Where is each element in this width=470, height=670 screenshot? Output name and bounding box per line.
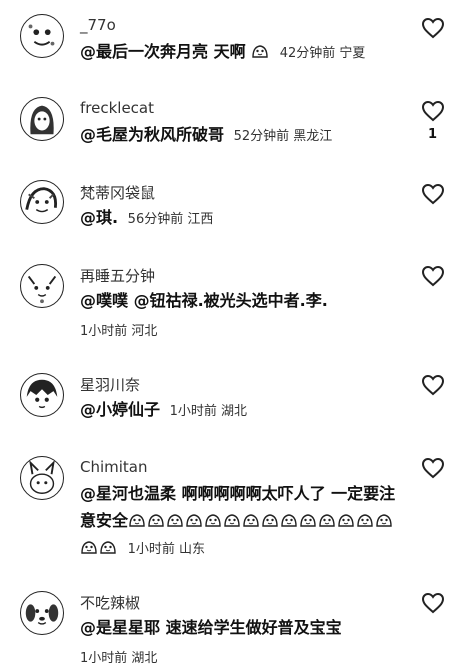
hugging-emoji-icon: [356, 512, 374, 528]
hugging-emoji-icon: [204, 512, 222, 528]
hugging-emoji-icon: [251, 43, 269, 59]
avatar[interactable]: [20, 180, 64, 224]
hugging-emoji-icon: [147, 512, 165, 528]
comment-text: @琪. 56分钟前 江西: [80, 204, 410, 233]
comment-username[interactable]: frecklecat: [80, 99, 154, 117]
comment-text: @小婷仙子 1小时前 湖北: [80, 396, 410, 425]
heart-outline-icon[interactable]: [421, 183, 445, 205]
like-count: 1: [428, 127, 438, 142]
hugging-emoji-icon: [318, 512, 336, 528]
comment-meta: 56分钟前 江西: [127, 212, 214, 227]
hugging-emoji-icon: [166, 512, 184, 528]
heart-outline-icon[interactable]: [421, 457, 445, 479]
avatar[interactable]: [20, 591, 64, 635]
hugging-emoji-icon: [261, 512, 279, 528]
hugging-emoji-icon: [280, 512, 298, 528]
comment-body: @噗噗 @钮祜禄.被光头选中者.李.: [80, 291, 328, 310]
comment-body: @是星星耶 速速给学生做好普及宝宝: [80, 618, 342, 637]
comment-meta: 1小时前 湖北: [80, 651, 158, 666]
comment-username[interactable]: 再睡五分钟: [80, 265, 155, 286]
avatar[interactable]: [20, 97, 64, 141]
comment-meta: 52分钟前 黑龙江: [233, 129, 333, 144]
hugging-emoji-icon: [99, 539, 117, 555]
comment-meta: 1小时前 山东: [127, 542, 205, 557]
heart-outline-icon[interactable]: [421, 17, 445, 39]
hugging-emoji-icon: [128, 512, 146, 528]
comment-meta: 1小时前 湖北: [169, 404, 247, 419]
hugging-emoji-icon: [299, 512, 317, 528]
avatar[interactable]: [20, 373, 64, 417]
avatar[interactable]: [20, 264, 64, 308]
comment-body: @毛屋为秋风所破哥: [80, 125, 225, 144]
avatar[interactable]: [20, 14, 64, 58]
hugging-emoji-icon: [375, 512, 393, 528]
heart-outline-icon[interactable]: [421, 100, 445, 122]
hugging-emoji-icon: [242, 512, 260, 528]
comment-username[interactable]: _77o: [80, 16, 116, 34]
comment-username[interactable]: 星羽川奈: [80, 374, 140, 395]
comment-text: @是星星耶 速速给学生做好普及宝宝: [80, 614, 410, 641]
comment-text: @毛屋为秋风所破哥 52分钟前 黑龙江: [80, 121, 410, 150]
comment-body: @最后一次奔月亮 天啊: [80, 42, 246, 61]
hugging-emoji-icon: [80, 539, 98, 555]
comment-username[interactable]: 梵蒂冈袋鼠: [80, 182, 155, 203]
comment-username[interactable]: 不吃辣椒: [80, 592, 140, 613]
comment-meta: 1小时前 河北: [80, 324, 158, 339]
comment-meta-line: 1小时前 河北: [80, 320, 157, 339]
heart-outline-icon[interactable]: [421, 265, 445, 287]
comment-meta-line: 1小时前 湖北: [80, 647, 157, 666]
heart-outline-icon[interactable]: [421, 592, 445, 614]
hugging-emoji-icon: [223, 512, 241, 528]
comment-text: @最后一次奔月亮 天啊 42分钟前 宁夏: [80, 38, 410, 67]
hugging-emoji-icon: [185, 512, 203, 528]
comment-body: @小婷仙子: [80, 400, 161, 419]
hugging-emoji-icon: [337, 512, 355, 528]
comment-text: @噗噗 @钮祜禄.被光头选中者.李.: [80, 287, 410, 314]
comment-body: @琪.: [80, 208, 119, 227]
avatar[interactable]: [20, 456, 64, 500]
comment-meta: 42分钟前 宁夏: [279, 46, 366, 61]
heart-outline-icon[interactable]: [421, 374, 445, 396]
comment-username[interactable]: Chimitan: [80, 458, 148, 476]
comment-text: @星河也温柔 啊啊啊啊啊太吓人了 一定要注意安全 1小时前 山东: [80, 480, 410, 563]
